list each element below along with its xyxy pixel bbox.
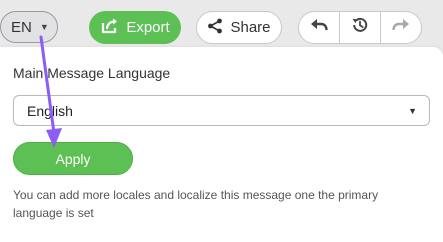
export-button[interactable]: Export xyxy=(89,11,181,44)
undo-icon xyxy=(310,18,328,37)
history-icon xyxy=(351,16,369,39)
language-switcher-button[interactable]: EN ▼ xyxy=(0,11,58,43)
export-label: Export xyxy=(126,19,170,36)
apply-button[interactable]: Apply xyxy=(13,142,133,175)
share-icon xyxy=(207,18,223,38)
share-button[interactable]: Share xyxy=(196,11,282,44)
language-code: EN xyxy=(11,18,32,36)
caret-down-icon: ▼ xyxy=(39,22,49,32)
toolbar: EN ▼ Export Share xyxy=(0,0,443,52)
main-language-label: Main Message Language xyxy=(13,65,171,81)
help-text: You can add more locales and localize th… xyxy=(13,188,379,220)
share-label: Share xyxy=(230,19,271,36)
language-popover: Main Message Language English ▼ Apply Yo… xyxy=(0,47,443,242)
history-button[interactable] xyxy=(339,12,380,43)
history-controls xyxy=(298,11,422,44)
chevron-down-icon: ▼ xyxy=(408,106,417,116)
apply-label: Apply xyxy=(55,150,91,167)
redo-icon xyxy=(392,18,410,37)
export-icon xyxy=(100,17,120,39)
selected-language: English xyxy=(27,102,73,119)
redo-button[interactable] xyxy=(380,12,421,43)
undo-button[interactable] xyxy=(299,12,339,43)
language-select[interactable]: English ▼ xyxy=(13,95,430,126)
